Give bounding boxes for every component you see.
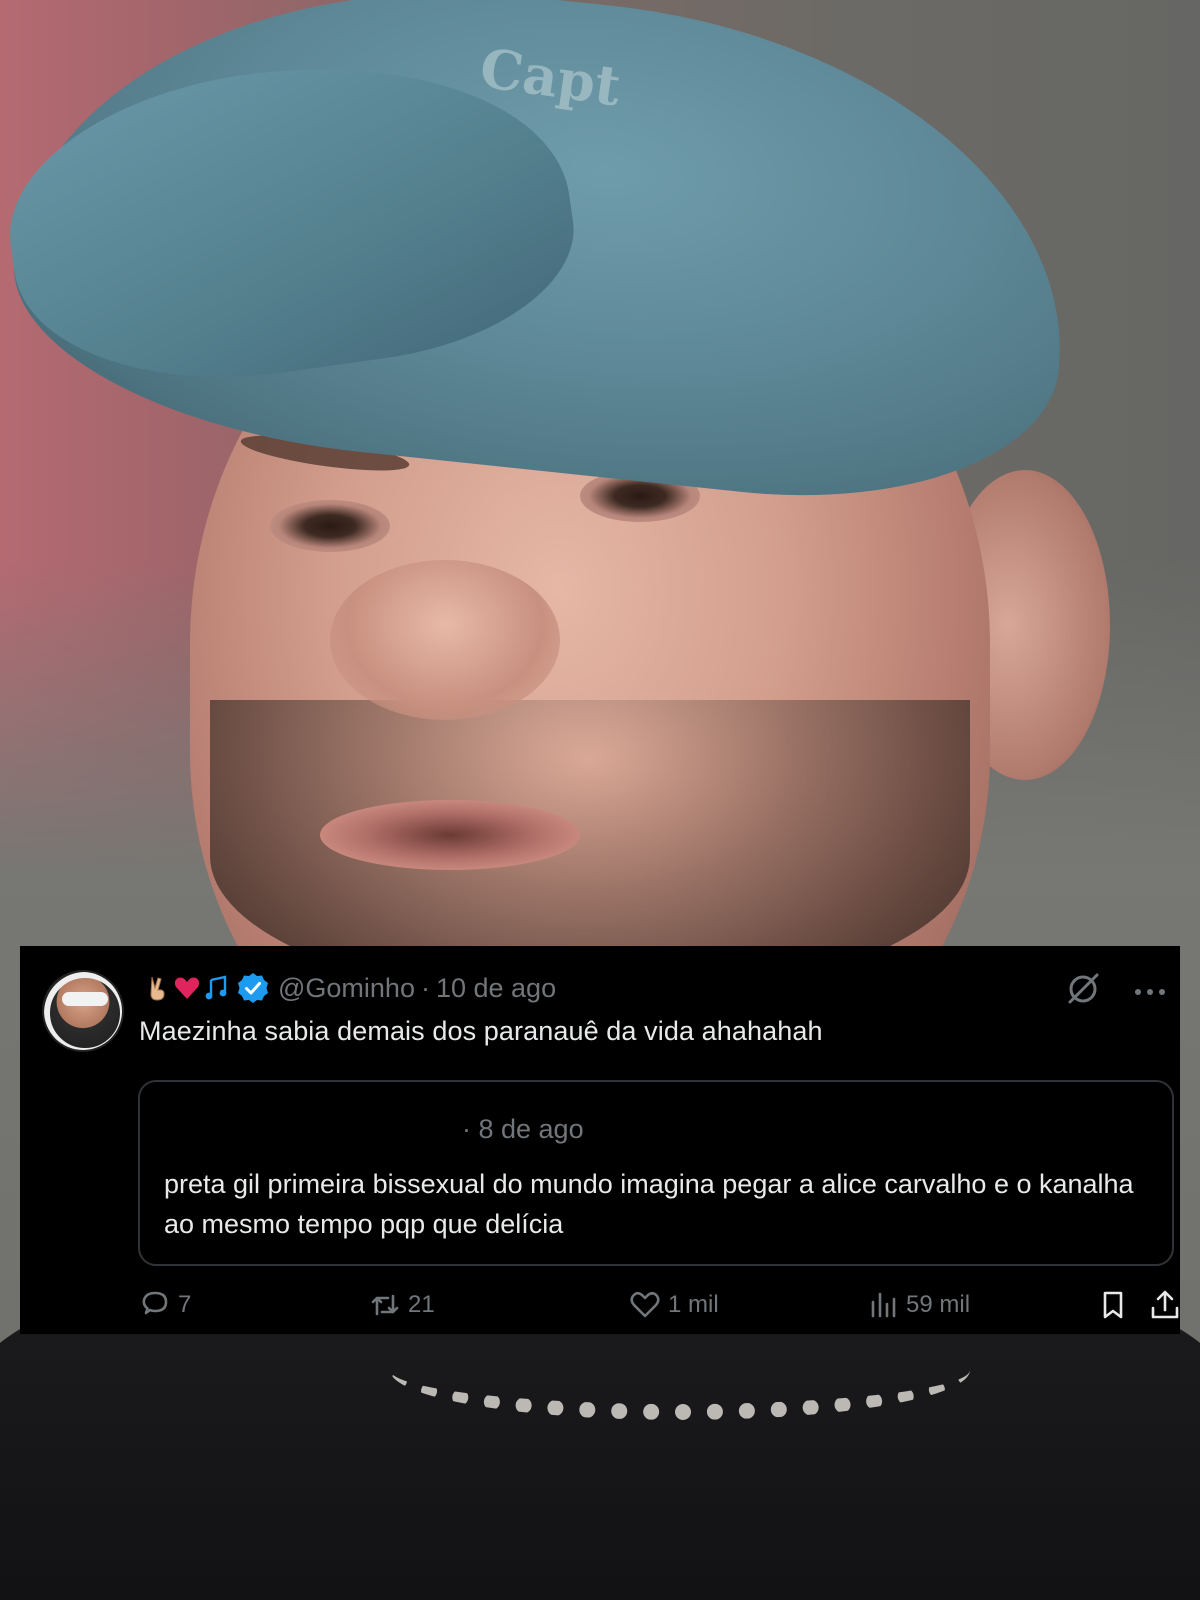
- grok-icon[interactable]: [1064, 970, 1102, 1008]
- tweet-separator: ·: [420, 972, 430, 1003]
- reply-count: 7: [178, 1291, 192, 1318]
- avatar-ring: [44, 972, 122, 1050]
- red-heart-icon: [172, 973, 202, 1003]
- more-options-icon[interactable]: [1128, 968, 1172, 1008]
- photo-chain: [390, 1320, 970, 1420]
- heart-icon: [630, 1291, 660, 1318]
- verified-badge-icon: [236, 971, 270, 1005]
- tweet-card[interactable]: @Gominho · 10 de ago Maezinha sabia dema…: [20, 946, 1180, 1334]
- quoted-tweet-text: preta gil primeira bissexual do mundo im…: [164, 1169, 1134, 1239]
- like-count: 1 mil: [668, 1291, 719, 1318]
- tweet-text: Maezinha sabia demais dos paranauê da vi…: [139, 1016, 823, 1046]
- tweet-timestamp[interactable]: 10 de ago: [436, 973, 556, 1004]
- retweet-button[interactable]: 21: [368, 1288, 435, 1322]
- bookmark-icon: [1103, 1291, 1123, 1319]
- tweet-header: @Gominho · 10 de ago: [142, 968, 556, 1008]
- analytics-icon: [871, 1292, 896, 1318]
- photo-left-eye: [270, 500, 390, 552]
- views-button[interactable]: 59 mil: [866, 1288, 970, 1322]
- avatar-sunglasses: [62, 992, 108, 1006]
- share-icon: [1151, 1290, 1179, 1319]
- quoted-tweet[interactable]: · 8 de ago preta gil primeira bissexual …: [138, 1080, 1174, 1266]
- tweet-handle[interactable]: @Gominho: [278, 973, 415, 1004]
- avatar[interactable]: [42, 970, 124, 1052]
- like-button[interactable]: 1 mil: [628, 1288, 719, 1322]
- background-photo: Capt: [0, 0, 1200, 1600]
- reply-icon: [142, 1291, 168, 1315]
- reply-button[interactable]: 7: [138, 1288, 191, 1322]
- retweet-icon: [371, 1294, 399, 1316]
- views-count: 59 mil: [906, 1291, 971, 1318]
- music-notes-icon: [202, 973, 232, 1003]
- share-button[interactable]: [1148, 1288, 1182, 1322]
- tweet-actions: 7 21 1 mil 59 mil: [138, 1288, 1179, 1328]
- quoted-tweet-timestamp: · 8 de ago: [462, 1114, 584, 1144]
- victory-hand-icon: [142, 973, 172, 1003]
- bookmark-button[interactable]: [1096, 1288, 1130, 1322]
- photo-mouth: [320, 800, 580, 870]
- retweet-count: 21: [408, 1291, 435, 1318]
- photo-nose: [330, 560, 560, 720]
